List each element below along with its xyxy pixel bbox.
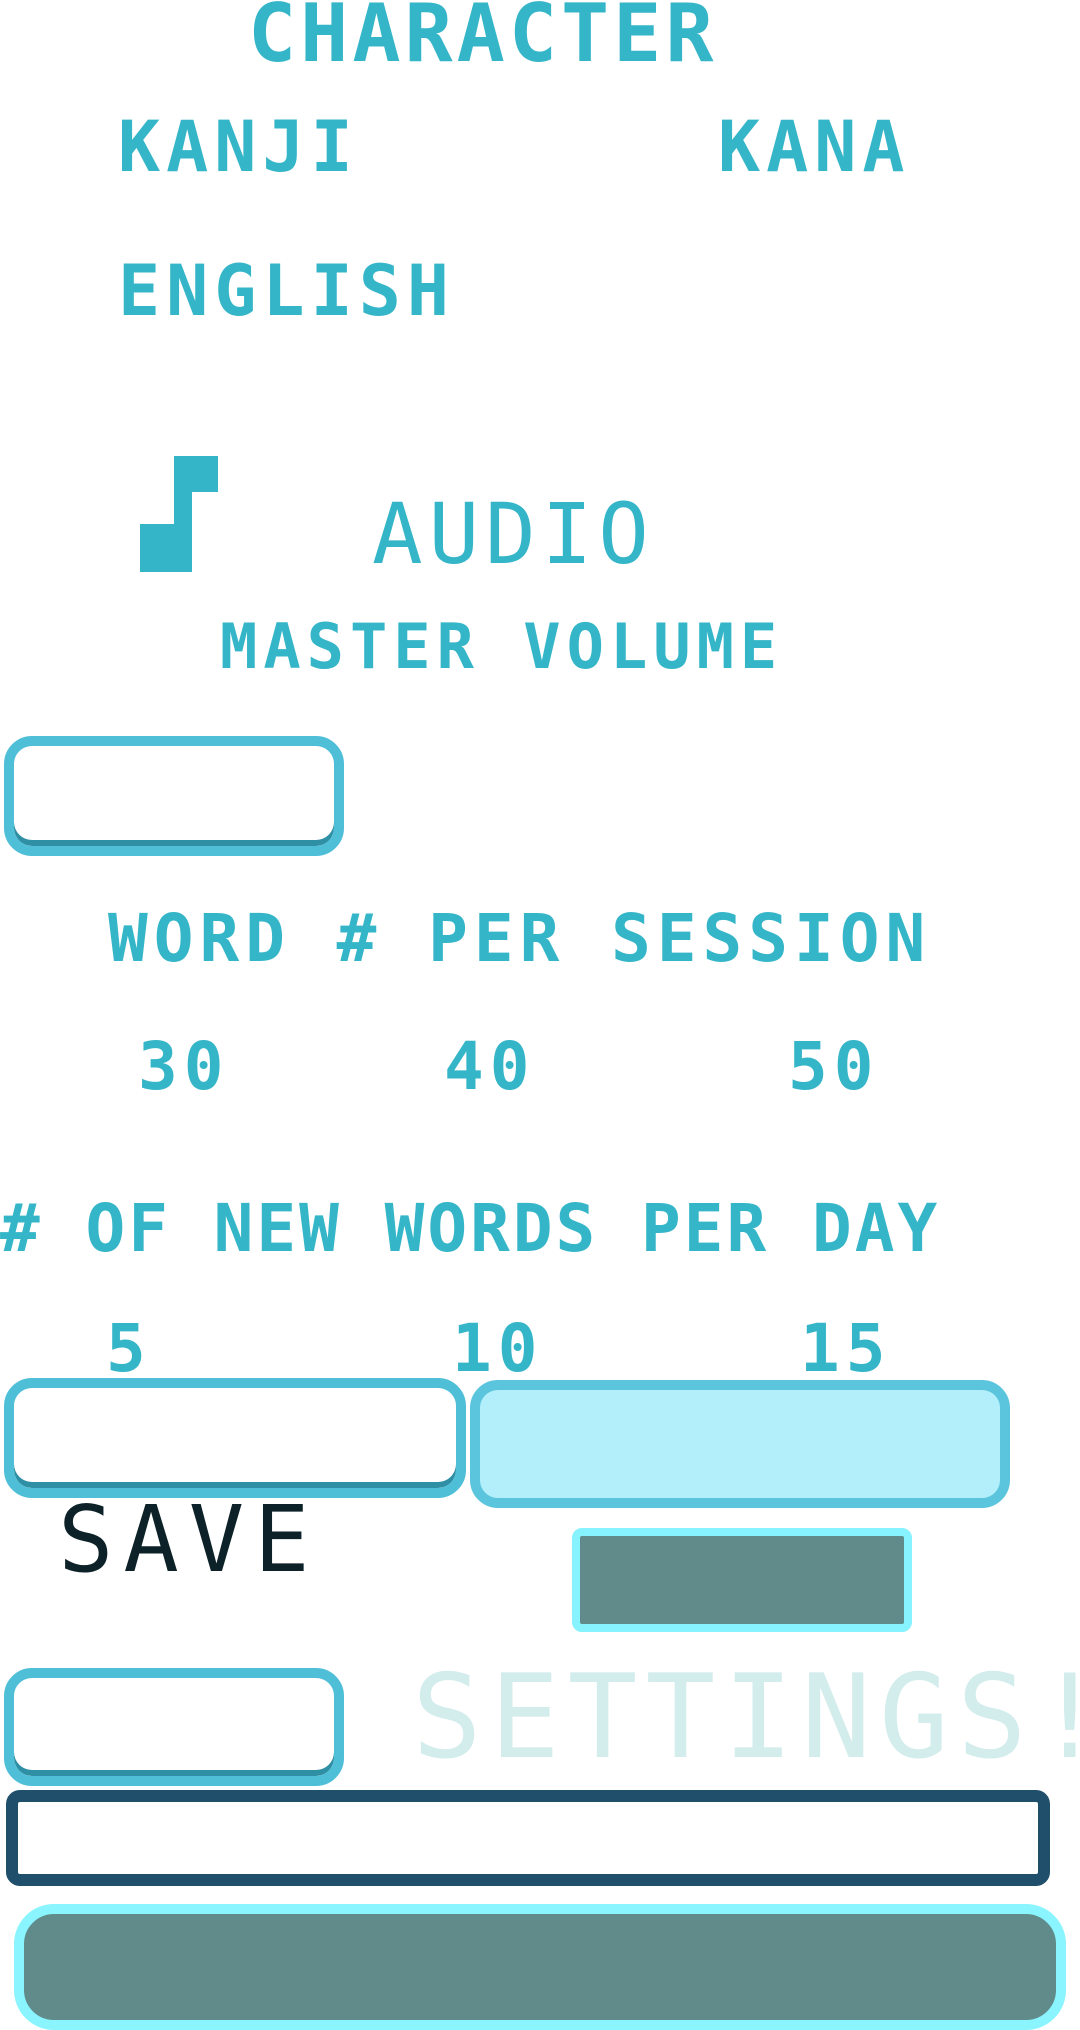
character-option-kanji[interactable]: KANJI (118, 112, 359, 182)
save-button[interactable] (572, 1528, 912, 1632)
character-option-kana[interactable]: KANA (718, 112, 911, 182)
master-volume-slider-handle[interactable] (4, 736, 344, 856)
new-words-per-day-title: # OF NEW WORDS PER DAY (0, 1190, 941, 1267)
save-label: SAVE (58, 1486, 320, 1593)
new-words-option-10[interactable]: 10 (452, 1316, 543, 1382)
session-option-40[interactable]: 40 (444, 1034, 535, 1100)
progress-track (6, 1790, 1050, 1886)
master-volume-label: MASTER VOLUME (220, 610, 784, 683)
session-option-50[interactable]: 50 (788, 1034, 879, 1100)
new-words-option-15[interactable]: 15 (800, 1316, 891, 1382)
settings-notice: SETTINGS! (412, 1650, 1080, 1785)
progress-fill-button[interactable] (14, 1904, 1066, 2030)
words-per-session-title: WORD # PER SESSION (108, 900, 932, 977)
option-slot-selected[interactable] (470, 1380, 1010, 1508)
new-words-option-5[interactable]: 5 (106, 1316, 152, 1382)
session-option-30[interactable]: 30 (138, 1034, 229, 1100)
character-option-english[interactable]: ENGLISH (118, 256, 455, 326)
audio-title: AUDIO (372, 485, 655, 583)
character-title: CHARACTER (248, 0, 718, 80)
music-note-icon (140, 456, 218, 572)
bottom-slider-handle[interactable] (4, 1668, 344, 1786)
option-slot-left[interactable] (4, 1378, 466, 1498)
